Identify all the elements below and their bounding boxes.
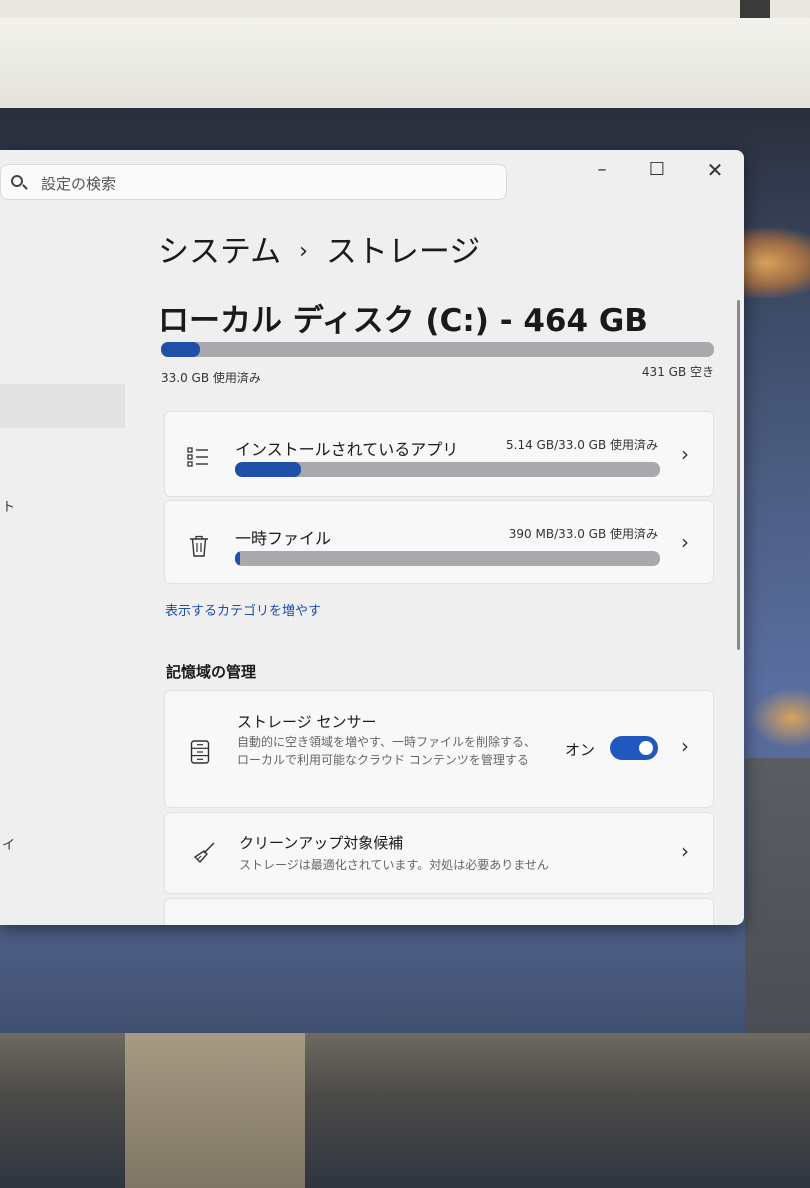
disk-used-label: 33.0 GB 使用済み <box>161 371 261 385</box>
disk-title: ローカル ディスク (C:) - 464 GB <box>158 303 648 339</box>
storage-sense-card[interactable]: ストレージ センサー 自動的に空き領域を増やす、一時ファイルを削除する、ローカル… <box>164 690 714 808</box>
storage-sense-toggle[interactable] <box>610 736 658 760</box>
wallpaper-sky-glow <box>750 688 810 748</box>
breadcrumb-parent[interactable]: システム <box>158 234 281 270</box>
nav-item-selected[interactable] <box>0 384 125 428</box>
list-icon <box>187 447 208 467</box>
disk-usage-fill <box>161 342 201 357</box>
cleanup-description: ストレージは最適化されています。対処は必要ありません <box>239 858 549 872</box>
storage-sense-description: 自動的に空き領域を増やす、一時ファイルを削除する、ローカルで利用可能なクラウド … <box>237 735 537 767</box>
category-usage-fill <box>235 462 302 477</box>
monitor-bezel <box>0 18 810 111</box>
maximize-button[interactable]: ☐ <box>642 158 672 182</box>
wallpaper-tower <box>125 1033 305 1188</box>
broom-icon <box>193 842 215 864</box>
close-button[interactable]: ✕ <box>700 158 730 182</box>
trash-icon <box>190 535 208 557</box>
cleanup-recommendations-card[interactable]: クリーンアップ対象候補 ストレージは最適化されています。対処は必要ありません › <box>164 812 714 894</box>
category-card-apps[interactable]: インストールされているアプリ 5.14 GB/33.0 GB 使用済み › <box>164 411 714 497</box>
chevron-right-icon: › <box>681 530 689 554</box>
category-usage: 5.14 GB/33.0 GB 使用済み <box>506 438 658 452</box>
toggle-state-label: オン <box>564 741 595 759</box>
toggle-knob <box>639 741 653 755</box>
storage-sense-title: ストレージ センサー <box>237 713 377 731</box>
category-usage-fill <box>235 551 241 566</box>
search-input[interactable]: 設定の検索 <box>0 164 507 200</box>
search-placeholder: 設定の検索 <box>41 175 117 193</box>
disk-usage-bar <box>161 342 714 357</box>
disk-free-label: 431 GB 空き <box>641 365 714 379</box>
show-more-categories-link[interactable]: 表示するカテゴリを増やす <box>165 600 321 619</box>
category-card-temp[interactable]: 一時ファイル 390 MB/33.0 GB 使用済み › <box>164 500 714 584</box>
category-usage-bar <box>235 551 660 566</box>
chevron-right-icon: › <box>681 839 689 863</box>
breadcrumb: システム › ストレージ <box>158 226 480 271</box>
storage-drive-icon <box>190 740 210 764</box>
nav-item-fragment[interactable]: イ <box>2 834 15 853</box>
category-label: 一時ファイル <box>235 529 332 548</box>
settings-window: – ☐ ✕ 設定の検索 ト イ システム › ストレージ ローカル ディスク (C:… <box>0 150 744 925</box>
breadcrumb-separator: › <box>299 239 308 264</box>
storage-management-heading: 記憶域の管理 <box>166 663 257 681</box>
chevron-right-icon: › <box>681 734 689 758</box>
next-setting-card-partial[interactable] <box>164 898 714 925</box>
minimize-button[interactable]: – <box>587 158 617 182</box>
chevron-right-icon: › <box>681 442 689 466</box>
breadcrumb-current: ストレージ <box>325 234 481 270</box>
wall-object <box>740 0 770 18</box>
cleanup-title: クリーンアップ対象候補 <box>239 834 404 852</box>
category-usage: 390 MB/33.0 GB 使用済み <box>508 527 658 541</box>
category-usage-bar <box>235 462 660 477</box>
scrollbar[interactable] <box>737 300 740 650</box>
search-icon <box>11 175 23 187</box>
wallpaper-castle-wall <box>0 1033 810 1188</box>
nav-item-fragment[interactable]: ト <box>2 496 15 515</box>
category-label: インストールされているアプリ <box>235 440 459 459</box>
